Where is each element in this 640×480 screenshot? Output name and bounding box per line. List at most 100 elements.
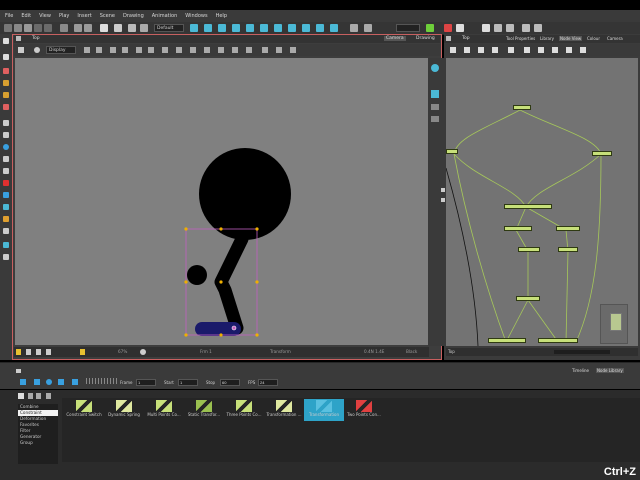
node-backdrop-icon[interactable] <box>566 47 572 53</box>
pivot-icon[interactable] <box>290 47 296 53</box>
node-composite-icon[interactable] <box>478 47 484 53</box>
menu-scene[interactable]: Scene <box>100 13 115 19</box>
library-item[interactable]: Constraint Switch <box>64 399 104 421</box>
mask-icon[interactable] <box>46 349 51 355</box>
import-icon[interactable] <box>34 24 42 32</box>
menu-animation[interactable]: Animation <box>152 13 178 19</box>
open-scene-icon[interactable] <box>14 24 22 32</box>
node-zoom-slider[interactable] <box>554 350 610 354</box>
frame-icon[interactable] <box>26 349 31 355</box>
menu-play[interactable]: Play <box>59 13 69 19</box>
perspective-icon[interactable] <box>431 116 439 122</box>
refresh-icon[interactable] <box>506 24 514 32</box>
navigator-thumb[interactable] <box>610 313 622 331</box>
foot-pivot[interactable] <box>231 325 237 331</box>
node-add-icon[interactable] <box>450 47 456 53</box>
node-tool-icon[interactable] <box>232 24 240 32</box>
node-bottom[interactable] <box>516 296 540 301</box>
fps-field[interactable] <box>258 379 278 386</box>
node-cache-icon[interactable] <box>552 47 558 53</box>
library-home-icon[interactable] <box>18 393 24 399</box>
green-action-icon[interactable] <box>426 24 434 32</box>
stop-icon[interactable] <box>46 379 52 385</box>
node-lower-left[interactable] <box>518 247 540 252</box>
render-preview-icon[interactable] <box>522 24 530 32</box>
slash-icon[interactable] <box>176 47 182 53</box>
menu-drawing[interactable]: Drawing <box>123 13 144 19</box>
layer-icon[interactable] <box>431 90 439 98</box>
camera-canvas[interactable] <box>15 58 428 345</box>
settings-icon[interactable] <box>128 24 136 32</box>
grid-icon[interactable] <box>364 24 372 32</box>
match-icon[interactable] <box>262 47 268 53</box>
link-icon[interactable] <box>190 47 196 53</box>
library-refresh-icon[interactable] <box>36 393 41 399</box>
pencil-icon[interactable] <box>3 80 9 86</box>
undo-icon[interactable] <box>74 24 82 32</box>
menu-file[interactable]: File <box>5 13 13 19</box>
select-tool-icon[interactable] <box>3 38 9 44</box>
deform-tool-icon[interactable] <box>288 24 296 32</box>
expand-arrow-icon[interactable] <box>441 198 445 202</box>
character-hand[interactable] <box>187 265 207 285</box>
hand-icon[interactable] <box>18 47 24 53</box>
ink-tool-icon[interactable] <box>3 180 9 186</box>
pose-icon[interactable] <box>204 47 210 53</box>
collapse-icon[interactable] <box>16 369 21 373</box>
node-output-left[interactable] <box>488 338 526 343</box>
pencil-tool-icon[interactable] <box>190 24 198 32</box>
speed-slider[interactable] <box>86 378 118 384</box>
eraser-tool-icon[interactable] <box>218 24 226 32</box>
palette-icon[interactable] <box>80 349 85 355</box>
render-mode-icon[interactable] <box>140 349 146 355</box>
lightbulb-icon[interactable] <box>16 349 21 355</box>
paste-icon[interactable] <box>114 24 122 32</box>
collapse-arrow-icon[interactable] <box>441 188 445 192</box>
sub-layer-icon[interactable] <box>110 47 116 53</box>
reset-view-icon[interactable] <box>431 64 439 72</box>
character-body[interactable] <box>214 232 249 335</box>
node-home-icon[interactable] <box>446 36 451 41</box>
help-icon[interactable] <box>140 24 148 32</box>
node-top[interactable] <box>513 105 531 110</box>
library-share-icon[interactable] <box>46 393 51 399</box>
tab-tool-properties[interactable]: Tool Properties <box>506 36 535 41</box>
menu-insert[interactable]: Insert <box>77 13 91 19</box>
play-icon[interactable] <box>20 379 26 385</box>
shift-trace-icon[interactable] <box>162 47 168 53</box>
cut-icon[interactable] <box>60 24 68 32</box>
eraser-icon[interactable] <box>3 104 9 110</box>
line-tool-icon[interactable] <box>3 132 9 138</box>
new-scene-icon[interactable] <box>4 24 12 32</box>
tab-timeline[interactable]: Timeline <box>572 368 589 373</box>
library-category-group[interactable]: Group <box>18 440 58 446</box>
library-item[interactable]: Two Points Con... <box>344 399 384 421</box>
brush-tool-icon[interactable] <box>204 24 212 32</box>
node-lower-right[interactable] <box>558 247 578 252</box>
zoom-tool-icon[interactable] <box>3 254 9 260</box>
flip-icon[interactable] <box>246 47 252 53</box>
crop-tool-icon[interactable] <box>3 228 9 234</box>
node-graph-canvas[interactable] <box>445 58 638 347</box>
camera-tool-icon[interactable] <box>246 24 254 32</box>
tab-camera[interactable]: Camera <box>384 36 406 41</box>
contour-tool-icon[interactable] <box>3 54 9 60</box>
node-center[interactable] <box>504 204 552 209</box>
grid-toggle-icon[interactable] <box>84 47 90 53</box>
save-icon[interactable] <box>24 24 32 32</box>
loop-icon[interactable] <box>34 379 40 385</box>
menu-edit[interactable]: Edit <box>21 13 31 19</box>
layout-icon[interactable] <box>350 24 358 32</box>
node-mid-right[interactable] <box>556 226 580 231</box>
bone-tool-icon[interactable] <box>274 24 282 32</box>
script-tool-icon[interactable] <box>330 24 338 32</box>
network-icon[interactable] <box>444 24 452 32</box>
character-head[interactable] <box>199 148 291 240</box>
node-navigator[interactable] <box>600 304 628 344</box>
layout-dropdown[interactable] <box>396 24 420 32</box>
step-icon[interactable] <box>58 379 64 385</box>
node-disable-icon[interactable] <box>538 47 544 53</box>
node-left[interactable] <box>446 149 458 154</box>
transform-tool-icon[interactable] <box>302 24 310 32</box>
paint-icon[interactable] <box>3 92 9 98</box>
